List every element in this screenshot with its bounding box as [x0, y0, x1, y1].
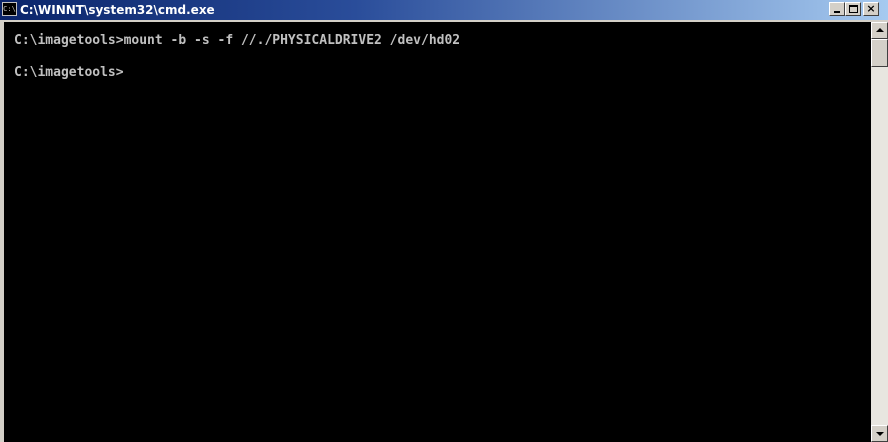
cmd-window: C:\ C:\WINNT\system32\cmd.exe × C:\image…	[0, 0, 888, 442]
scroll-up-arrow-icon	[876, 28, 884, 32]
console-line-command: C:\imagetools>mount -b -s -f //./PHYSICA…	[14, 33, 461, 48]
console-line-prompt: C:\imagetools>	[14, 65, 124, 80]
cmd-prompt-icon[interactable]: C:\	[2, 2, 17, 16]
title-bar[interactable]: C:\ C:\WINNT\system32\cmd.exe ×	[0, 0, 888, 20]
window-title: C:\WINNT\system32\cmd.exe	[20, 3, 215, 17]
scroll-up-button[interactable]	[871, 22, 888, 39]
console-output[interactable]: C:\imagetools>mount -b -s -f //./PHYSICA…	[4, 22, 871, 442]
minimize-button[interactable]	[829, 2, 845, 16]
scroll-down-arrow-icon	[876, 432, 884, 436]
minimize-icon	[834, 11, 840, 13]
scroll-down-button[interactable]	[871, 425, 888, 442]
close-icon: ×	[866, 2, 876, 15]
close-button[interactable]: ×	[863, 2, 879, 16]
scrollbar-thumb[interactable]	[871, 39, 888, 67]
vertical-scrollbar[interactable]	[871, 22, 888, 442]
maximize-button[interactable]	[845, 2, 861, 16]
maximize-icon	[849, 5, 858, 13]
